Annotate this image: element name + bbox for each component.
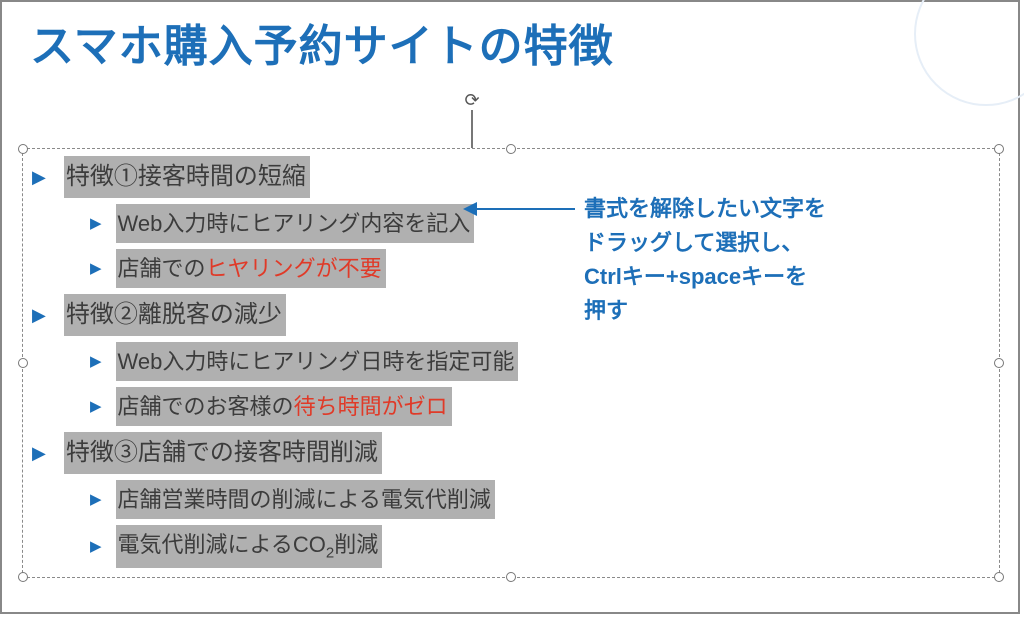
- list-item: ▶ 電気代削減によるCO2削減: [90, 525, 552, 568]
- annotation-line: ドラッグして選択し、: [584, 230, 803, 255]
- resize-handle-br[interactable]: [994, 572, 1004, 582]
- bullet-icon: ▶: [90, 539, 102, 554]
- resize-handle-tr[interactable]: [994, 144, 1004, 154]
- annotation-line: Ctrlキー+spaceキーを: [584, 264, 807, 289]
- list-text: Web入力時にヒアリング日時を指定可能: [116, 342, 519, 381]
- bullet-icon: ▶: [90, 399, 102, 414]
- list-text: 特徴①接客時間の短縮: [64, 156, 310, 198]
- text-fragment: 削減: [334, 532, 378, 557]
- list-text: 特徴②離脱客の減少: [64, 294, 286, 336]
- annotation-arrow-icon: [465, 208, 575, 210]
- list-text: Web入力時にヒアリング内容を記入: [116, 204, 475, 243]
- resize-handle-tl[interactable]: [18, 144, 28, 154]
- resize-handle-mr[interactable]: [994, 358, 1004, 368]
- slide-title: スマホ購入予約サイトの特徴: [30, 10, 614, 74]
- text-fragment: 店舗でのお客様の: [118, 394, 294, 419]
- rotate-handle-stem: [471, 110, 473, 148]
- annotation-line: 書式を解除したい文字を: [584, 196, 826, 221]
- list-text: 店舗営業時間の削減による電気代削減: [116, 480, 495, 519]
- list-text: 電気代削減によるCO2削減: [116, 525, 383, 568]
- list-item: ▶ 特徴①接客時間の短縮: [32, 156, 552, 198]
- list-item: ▶ Web入力時にヒアリング日時を指定可能: [90, 342, 552, 381]
- slide: スマホ購入予約サイトの特徴 ⟳ ▶ 特徴①接客時間の短縮 ▶ Web入力時にヒア…: [0, 0, 1020, 614]
- rotate-handle-icon[interactable]: ⟳: [461, 90, 483, 112]
- list-item: ▶ 店舗でのヒヤリングが不要: [90, 249, 552, 288]
- resize-handle-ml[interactable]: [18, 358, 28, 368]
- bullet-icon: ▶: [32, 306, 46, 324]
- list-text: 店舗でのヒヤリングが不要: [116, 249, 386, 288]
- corner-decoration: [914, 0, 1024, 106]
- annotation-text: 書式を解除したい文字を ドラッグして選択し、 Ctrlキー+spaceキーを 押…: [584, 192, 984, 328]
- list-text: 店舗でのお客様の待ち時間がゼロ: [116, 387, 452, 426]
- bullet-icon: ▶: [90, 354, 102, 369]
- text-fragment: 店舗での: [118, 256, 206, 281]
- list-text: 特徴③店舗での接客時間削減: [64, 432, 382, 474]
- bullet-icon: ▶: [32, 168, 46, 186]
- bullet-icon: ▶: [90, 216, 102, 231]
- text-fragment: 電気代削減によるCO: [118, 532, 326, 557]
- list-item: ▶ 特徴②離脱客の減少: [32, 294, 552, 336]
- text-fragment-red: ヒヤリングが不要: [206, 256, 382, 281]
- text-fragment-sub: 2: [326, 544, 334, 561]
- annotation-line: 押す: [584, 298, 628, 323]
- bulleted-list[interactable]: ▶ 特徴①接客時間の短縮 ▶ Web入力時にヒアリング内容を記入 ▶ 店舗でのヒ…: [32, 156, 552, 574]
- bullet-icon: ▶: [90, 261, 102, 276]
- list-item: ▶ 店舗でのお客様の待ち時間がゼロ: [90, 387, 552, 426]
- list-item: ▶ 店舗営業時間の削減による電気代削減: [90, 480, 552, 519]
- resize-handle-tm[interactable]: [506, 144, 516, 154]
- text-fragment-red: 待ち時間がゼロ: [294, 394, 448, 419]
- bullet-icon: ▶: [90, 492, 102, 507]
- list-item: ▶ 特徴③店舗での接客時間削減: [32, 432, 552, 474]
- bullet-icon: ▶: [32, 444, 46, 462]
- resize-handle-bl[interactable]: [18, 572, 28, 582]
